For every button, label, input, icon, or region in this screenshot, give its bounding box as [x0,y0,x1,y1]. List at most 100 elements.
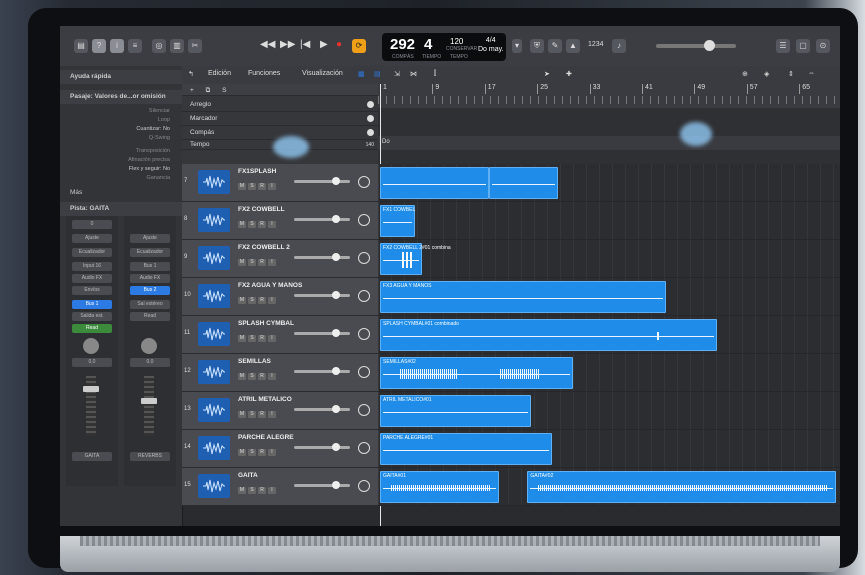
mute-button[interactable]: M [238,183,246,190]
param-loop[interactable]: Loop [60,117,170,123]
input-monitor-button[interactable]: I [268,297,276,304]
strip-setting-button[interactable]: Ajuste [72,234,112,243]
play-icon[interactable]: ▶ [320,39,328,50]
strip-read-button[interactable]: Read [72,324,112,333]
record-enable-button[interactable]: R [258,183,266,190]
strip2-read-button[interactable]: Read [130,312,170,321]
lcd-display[interactable]: 292 4 COMPÁS TIEMPO 120 CONSERVAR TEMPO … [382,33,506,61]
track-volume-slider[interactable] [294,367,350,375]
track-pan-knob[interactable] [358,214,370,226]
strip-fader-cap[interactable] [83,386,99,392]
add-track-icon[interactable]: + [190,87,194,94]
record-enable-button[interactable]: R [258,221,266,228]
audio-region[interactable]: PARCHE ALEGRE#01 [380,433,553,465]
track-volume-slider[interactable] [294,405,350,413]
track-pan-knob[interactable] [358,442,370,454]
editors-icon[interactable]: ✂ [188,39,202,53]
param-qswing[interactable]: Q-Swing [60,135,170,141]
quick-help-header[interactable]: Ayuda rápida [60,70,182,84]
track-volume-slider[interactable] [294,177,350,185]
record-icon[interactable]: ● [336,39,342,50]
smart-controls-icon[interactable]: ◎ [152,39,166,53]
strip2-pan-knob[interactable] [141,338,157,354]
track-header[interactable]: 9 FX2 COWBELL 2 MSRI [182,240,378,278]
track-name[interactable]: ATRIL METALICO [238,396,292,403]
track-header[interactable]: 11 SPLASH CYMBAL M S R I [182,316,378,354]
arrangement-add-icon[interactable] [367,101,374,108]
track-volume-slider[interactable] [294,329,350,337]
track-lane[interactable] [378,164,840,202]
track-pan-knob[interactable] [358,404,370,416]
track-lane[interactable]: FX2 COWBELL 2#01 combina [378,240,840,278]
audio-region[interactable]: FX3 AGUA Y MANOS [380,281,666,313]
lcd-menu-chevron-icon[interactable]: ▾ [512,39,522,53]
record-enable-button[interactable]: R [258,297,266,304]
rewind-icon[interactable]: ◀◀ [260,39,275,50]
track-volume-knob[interactable] [332,177,340,185]
track-pan-knob[interactable] [358,328,370,340]
strip2-setting-button[interactable]: Ajuste [130,234,170,243]
strip-pan-knob[interactable] [83,338,99,354]
catch-icon[interactable]: ⇲ [394,70,400,78]
back-icon[interactable]: ↰ [188,70,194,78]
track-inspector-header[interactable]: Pista: GAITA [60,202,182,216]
marker-add-icon[interactable] [367,115,374,122]
track-name[interactable]: FX1SPLASH [238,168,276,175]
strip-input-button[interactable]: Input 16 [72,262,112,271]
cycle-icon[interactable]: ⟳ [352,39,366,53]
track-volume-slider[interactable] [294,443,350,451]
track-lane[interactable]: FX1 COWBEL [378,202,840,240]
record-enable-button[interactable]: R [258,335,266,342]
mute-button[interactable]: M [238,487,246,494]
mute-button[interactable]: M [238,221,246,228]
audio-region[interactable]: FX1 COWBEL [380,205,415,237]
strip2-bus2-button[interactable]: Bus 2 [130,286,170,295]
functions-menu[interactable]: Funciones [248,70,280,77]
track-volume-slider[interactable] [294,253,350,261]
audio-region[interactable]: GAITA#02 [527,471,836,503]
track-lane[interactable]: SPLASH CYMBAL#01 combinado [378,316,840,354]
strip-eq-button[interactable]: Ecualizador [72,248,112,257]
inspector-icon[interactable]: i [110,39,124,53]
track-volume-knob[interactable] [332,481,340,489]
track-name[interactable]: FX2 COWBELL [238,206,285,213]
tuner-icon[interactable]: ✎ [548,39,562,53]
record-enable-button[interactable]: R [258,259,266,266]
forward-icon[interactable]: ▶▶ [280,39,295,50]
track-header[interactable]: 7 FX1SPLASH M S R I [182,164,378,202]
snap-icon[interactable]: ⊕ [742,70,748,78]
track-name[interactable]: FX2 COWBELL 2 [238,244,290,251]
input-monitor-button[interactable]: I [268,487,276,494]
track-volume-knob[interactable] [332,329,340,337]
track-name[interactable]: FX2 AGUA Y MANOS [238,282,302,289]
bar-ruler[interactable]: 1 9 17 25 33 41 49 57 65 [378,84,840,108]
track-volume-knob[interactable] [332,443,340,451]
pointer-tool-icon[interactable]: ➤ [544,70,550,78]
track-volume-slider[interactable] [294,215,350,223]
track-header[interactable]: 8 FX2 COWBELL M S R I [182,202,378,240]
shield-icon[interactable]: ⛨ [530,39,544,53]
mute-button[interactable]: M [238,449,246,456]
mixer-icon[interactable]: ▥ [170,39,184,53]
param-fine-tune[interactable]: Afinación precisa [60,157,170,163]
track-pan-knob[interactable] [358,176,370,188]
track-pan-knob[interactable] [358,252,370,264]
strip2-eq-button[interactable]: Ecualizador [130,248,170,257]
track-volume-knob[interactable] [332,215,340,223]
vertical-zoom-icon[interactable]: ⇕ [788,70,794,78]
strip-output-button[interactable]: Salida est. [72,312,112,321]
solo-button[interactable]: S [248,449,256,456]
loop-browser-icon[interactable]: ⊙ [816,39,830,53]
key-marker[interactable]: Do [382,139,390,145]
audio-region[interactable]: SEMILLAS#02 [380,357,573,389]
audio-region[interactable]: FX2 COWBELL 2#01 combina [380,243,451,275]
track-volume-slider[interactable] [294,291,350,299]
param-mute[interactable]: Silenciar [60,108,170,114]
audio-region[interactable]: SPLASH CYMBAL#01 combinado [380,319,717,351]
param-transpose[interactable]: Transposición [60,148,170,154]
link-icon[interactable]: ⋈ [410,70,417,78]
solo-button[interactable]: S [248,335,256,342]
track-header[interactable]: 12 SEMILLAS M S R I [182,354,378,392]
horizontal-zoom-icon[interactable]: ⇔ [808,70,815,77]
strip-sends-button[interactable]: Envíos [72,286,112,295]
